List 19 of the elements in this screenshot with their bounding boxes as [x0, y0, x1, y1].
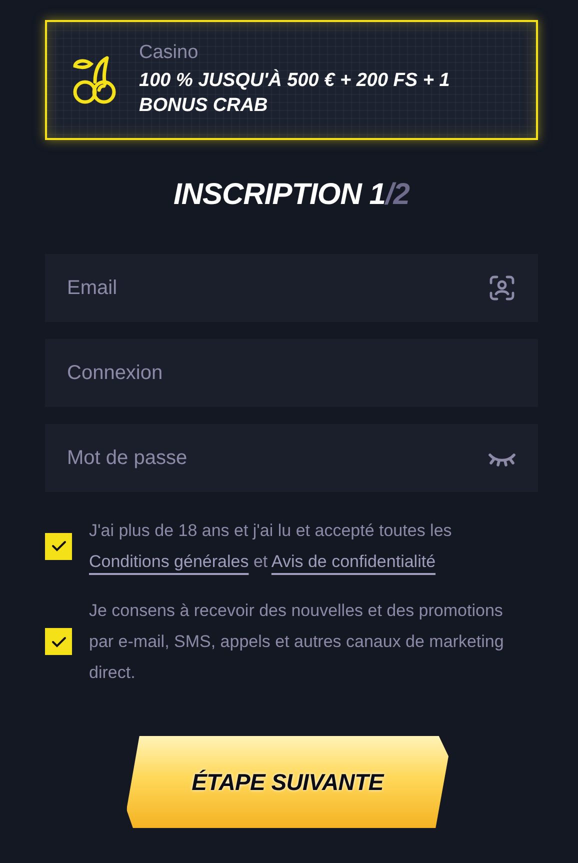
- terms-link[interactable]: Avis de confidentialité: [271, 552, 436, 571]
- cherry-icon: [71, 54, 117, 106]
- text-field[interactable]: Connexion: [45, 339, 538, 407]
- next-step-button[interactable]: ÉTAPE SUIVANTE: [126, 736, 448, 828]
- promo-category: Casino: [139, 42, 200, 64]
- checkmark-icon: [50, 636, 66, 648]
- face-scan-icon[interactable]: [488, 274, 516, 302]
- step-total: /2: [385, 178, 410, 212]
- consent-text: J'ai plus de 18 ans et j'ai lu et accepté toutes les Conditions générales et Avis de confidentialité: [89, 520, 453, 573]
- password-field[interactable]: Mot de passe: [45, 424, 538, 492]
- email-field[interactable]: Email: [45, 254, 538, 322]
- consent-text: Je consens à recevoir des nouvelles et des promotions par e-mail, SMS, appels et autres canaux de marketing direct.: [89, 600, 504, 684]
- promo-offer: 100 % JUSQU'À 500 € + 200 FS + 1 BONUS CRAB: [139, 68, 451, 118]
- promo-banner[interactable]: Casino 100 % JUSQU'À 500 € + 200 FS + 1 BONUS CRAB: [45, 20, 538, 140]
- checkbox[interactable]: [45, 532, 72, 560]
- terms-link[interactable]: Conditions générales: [89, 552, 249, 571]
- form-title: INSCRIPTION 1: [174, 178, 386, 212]
- checkmark-icon: [50, 540, 66, 552]
- checkbox[interactable]: [45, 628, 72, 655]
